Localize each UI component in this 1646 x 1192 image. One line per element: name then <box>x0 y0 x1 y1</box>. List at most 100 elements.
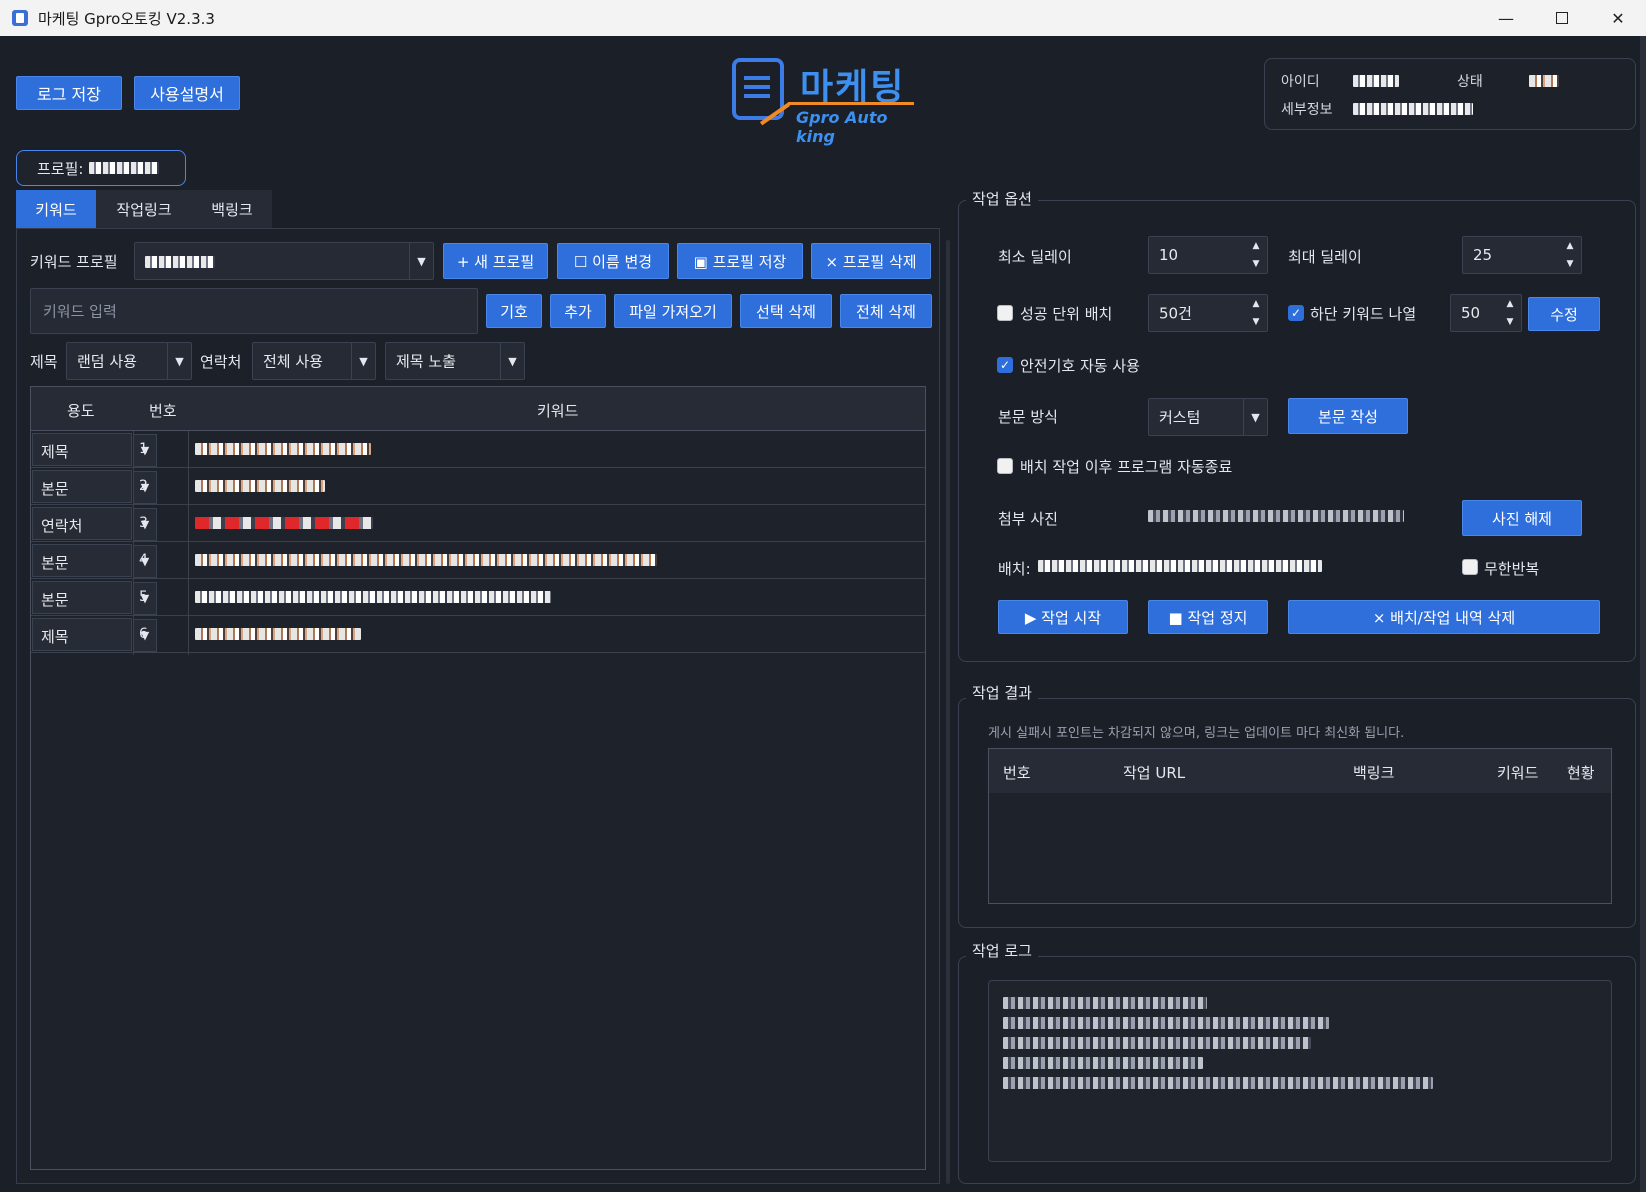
delete-all-button[interactable]: 전체 삭제 <box>840 294 932 328</box>
rename-profile-button[interactable]: ☐ 이름 변경 <box>557 243 669 279</box>
exposure-mode-select[interactable]: 제목 노출 ▼ <box>385 342 525 380</box>
column-keyword: 키워드 <box>537 402 579 420</box>
modify-button[interactable]: 수정 <box>1528 297 1600 331</box>
success-batch-value: 50건 <box>1159 304 1192 323</box>
manual-button[interactable]: 사용설명서 <box>134 76 240 110</box>
app-icon <box>12 10 28 26</box>
minimize-button[interactable]: — <box>1478 0 1534 36</box>
infinite-loop-checkbox[interactable] <box>1462 559 1478 575</box>
table-row[interactable]: 연락처 ▼ 3 <box>31 505 925 542</box>
tab-backlink[interactable]: 백링크 <box>192 190 272 228</box>
body-mode-label: 본문 방식 <box>998 408 1058 426</box>
spin-up-icon[interactable]: ▲ <box>1507 299 1514 309</box>
logo-sub: Gpro Auto king <box>796 108 888 146</box>
log-line-redacted <box>1003 1037 1311 1049</box>
keyword-profile-redacted <box>145 256 215 268</box>
checkbox-checked-icon[interactable]: ✓ <box>1288 305 1304 321</box>
delete-selected-button[interactable]: 선택 삭제 <box>740 294 832 328</box>
start-work-button[interactable]: ▶ 작업 시작 <box>998 600 1128 634</box>
work-results-title: 작업 결과 <box>966 682 1038 703</box>
usage-select[interactable]: 본문 ▼ <box>32 470 157 504</box>
success-batch-spinbox[interactable]: 50건 ▲ ▼ <box>1148 294 1268 332</box>
add-keyword-button[interactable]: 추가 <box>550 294 606 328</box>
infinite-loop-label: 무한반복 <box>1484 560 1540 578</box>
table-row[interactable]: 본문 ▼ 4 <box>31 542 925 579</box>
title-filter-label: 제목 <box>30 353 58 371</box>
min-delay-label: 최소 딜레이 <box>998 248 1072 266</box>
spin-down-icon[interactable]: ▼ <box>1507 317 1514 327</box>
spin-up-icon[interactable]: ▲ <box>1253 299 1260 309</box>
profile-label: 프로필: <box>37 159 84 178</box>
spin-up-icon[interactable]: ▲ <box>1567 241 1574 251</box>
window-edge <box>1640 36 1646 1192</box>
symbol-button[interactable]: 기호 <box>486 294 542 328</box>
bottom-keyword-spinbox[interactable]: 50 ▲ ▼ <box>1450 294 1522 332</box>
save-profile-button[interactable]: ▣ 프로필 저장 <box>677 243 803 279</box>
checkbox-checked-icon[interactable]: ✓ <box>997 357 1013 373</box>
spin-up-icon[interactable]: ▲ <box>1253 241 1260 251</box>
body-mode-select[interactable]: 커스텀 ▼ <box>1148 398 1268 436</box>
keyword-table-header: 용도 번호 키워드 <box>31 387 925 431</box>
keyword-profile-select[interactable]: ▼ <box>134 242 434 280</box>
table-row[interactable]: 제목 ▼ 1 <box>31 431 925 468</box>
keyword-redacted <box>195 591 551 603</box>
save-log-button[interactable]: 로그 저장 <box>16 76 122 110</box>
account-id-redacted <box>1353 75 1399 87</box>
bottom-keyword-value: 50 <box>1461 304 1481 322</box>
maximize-button[interactable] <box>1534 0 1590 36</box>
clear-photo-button[interactable]: 사진 해제 <box>1462 500 1582 536</box>
usage-value: 제목 <box>41 628 69 646</box>
row-number: 1 <box>139 441 148 457</box>
row-number: 5 <box>139 589 148 605</box>
import-file-button[interactable]: 파일 가져오기 <box>614 294 732 328</box>
account-status-redacted <box>1529 75 1559 87</box>
close-button[interactable]: ✕ <box>1590 0 1646 36</box>
contact-mode-value: 전체 사용 <box>263 352 323 371</box>
bottom-keyword-label: 하단 키워드 나열 <box>1310 305 1417 323</box>
success-batch-label: 성공 단위 배치 <box>1020 305 1113 323</box>
stop-work-button[interactable]: ■ 작업 정지 <box>1148 600 1268 634</box>
contact-filter-label: 연락처 <box>200 353 242 371</box>
account-info-panel: 아이디 상태 세부정보 <box>1264 58 1636 130</box>
auto-exit-checkbox[interactable] <box>997 458 1013 474</box>
photo-path-redacted <box>1148 510 1404 522</box>
safe-symbol-label: 안전기호 자동 사용 <box>1020 357 1140 375</box>
max-delay-spinbox[interactable]: 25 ▲ ▼ <box>1462 236 1582 274</box>
success-batch-checkbox[interactable] <box>997 305 1013 321</box>
table-row[interactable]: 제목 ▼ 6 <box>31 616 925 653</box>
delete-history-button[interactable]: × 배치/작업 내역 삭제 <box>1288 600 1600 634</box>
results-notice: 게시 실패시 포인트는 차감되지 않으며, 링크는 업데이트 마다 최신화 됩니… <box>988 726 1405 741</box>
table-row[interactable]: 본문 ▼ 2 <box>31 468 925 505</box>
spin-down-icon[interactable]: ▼ <box>1253 259 1260 269</box>
results-table-header: 번호 작업 URL 백링크 키워드 현황 <box>989 749 1611 793</box>
log-line-redacted <box>1003 1017 1329 1029</box>
table-row[interactable]: 본문 ▼ 5 <box>31 579 925 616</box>
usage-select[interactable]: 연락처 ▼ <box>32 507 157 541</box>
contact-mode-select[interactable]: 전체 사용 ▼ <box>252 342 376 380</box>
title-mode-select[interactable]: 랜덤 사용 ▼ <box>66 342 192 380</box>
row-number: 4 <box>139 552 148 568</box>
usage-value: 본문 <box>41 480 69 498</box>
results-table: 번호 작업 URL 백링크 키워드 현황 <box>988 748 1612 904</box>
pane-splitter[interactable] <box>946 240 950 1184</box>
spin-down-icon[interactable]: ▼ <box>1567 259 1574 269</box>
usage-value: 본문 <box>41 591 69 609</box>
usage-select[interactable]: 본문 ▼ <box>32 581 157 615</box>
tab-work-link[interactable]: 작업링크 <box>96 190 192 228</box>
dropdown-arrow-icon: ▼ <box>500 343 524 379</box>
keyword-redacted <box>195 517 373 529</box>
write-body-button[interactable]: 본문 작성 <box>1288 398 1408 434</box>
spin-down-icon[interactable]: ▼ <box>1253 317 1260 327</box>
usage-select[interactable]: 제목 ▼ <box>32 433 157 467</box>
new-profile-button[interactable]: + 새 프로필 <box>443 243 548 279</box>
usage-select[interactable]: 제목 ▼ <box>32 618 157 652</box>
dropdown-arrow-icon: ▼ <box>167 343 191 379</box>
title-mode-value: 랜덤 사용 <box>77 352 137 371</box>
tab-keyword[interactable]: 키워드 <box>16 190 96 228</box>
max-delay-label: 최대 딜레이 <box>1288 248 1362 266</box>
keyword-input[interactable]: 키워드 입력 <box>30 288 478 334</box>
usage-select[interactable]: 본문 ▼ <box>32 544 157 578</box>
min-delay-spinbox[interactable]: 10 ▲ ▼ <box>1148 236 1268 274</box>
usage-value: 연락처 <box>41 517 83 535</box>
delete-profile-button[interactable]: × 프로필 삭제 <box>811 243 931 279</box>
